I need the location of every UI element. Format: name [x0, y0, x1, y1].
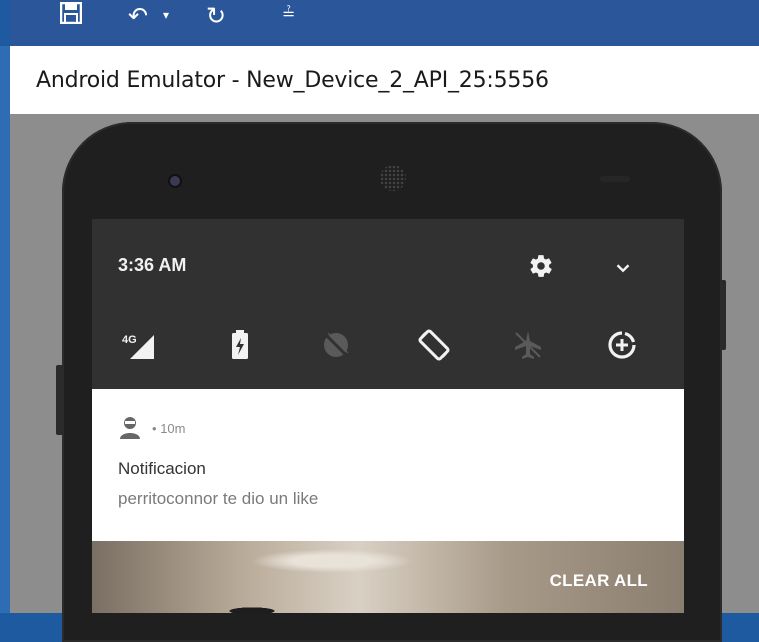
- notification-card[interactable]: • 10m Notificacion perritoconnor te dio …: [92, 389, 684, 541]
- battery-saver-icon[interactable]: [222, 327, 258, 363]
- clear-all-button[interactable]: CLEAR ALL: [550, 571, 648, 591]
- dnd-off-icon[interactable]: [318, 327, 354, 363]
- redo-icon[interactable]: ↻: [206, 2, 226, 30]
- earpiece-speaker: [380, 165, 406, 191]
- phone-screen: 3:36 AM 4G • 10m Notificacion perritocon…: [92, 219, 684, 613]
- notification-time: • 10m: [152, 421, 185, 436]
- front-camera-icon: [170, 176, 180, 186]
- dropdown-arrow-icon[interactable]: ▾: [163, 8, 169, 22]
- chevron-down-icon[interactable]: [612, 257, 634, 279]
- emulator-header: Android Emulator - New_Device_2_API_25:5…: [10, 46, 759, 114]
- notification-separator: •: [152, 421, 157, 436]
- save-icon[interactable]: [60, 2, 82, 24]
- notification-text: perritoconnor te dio un like: [118, 489, 319, 508]
- notification-shade: 3:36 AM 4G: [92, 219, 684, 389]
- undo-icon[interactable]: ↶: [128, 2, 148, 30]
- notification-title: Notificacion: [118, 459, 206, 478]
- person-icon: [120, 417, 140, 439]
- proximity-sensor: [600, 176, 630, 182]
- customize-icon[interactable]: ≟: [282, 4, 295, 23]
- window-title: Android Emulator - New_Device_2_API_25:5…: [36, 68, 549, 93]
- window-left-border: [0, 46, 10, 613]
- cellular-4g-icon[interactable]: 4G: [120, 327, 156, 363]
- gear-icon[interactable]: [528, 253, 554, 279]
- title-bar: ↶ ▾ ↻ ≟: [10, 0, 759, 46]
- data-saver-icon[interactable]: [604, 327, 640, 363]
- auto-rotate-icon[interactable]: [416, 327, 452, 363]
- cellular-label: 4G: [122, 334, 137, 346]
- notification-time-value: 10m: [160, 421, 186, 436]
- airplane-mode-icon[interactable]: [510, 327, 546, 363]
- status-time: 3:36 AM: [118, 255, 187, 275]
- wallpaper: CLEAR ALL: [92, 541, 684, 613]
